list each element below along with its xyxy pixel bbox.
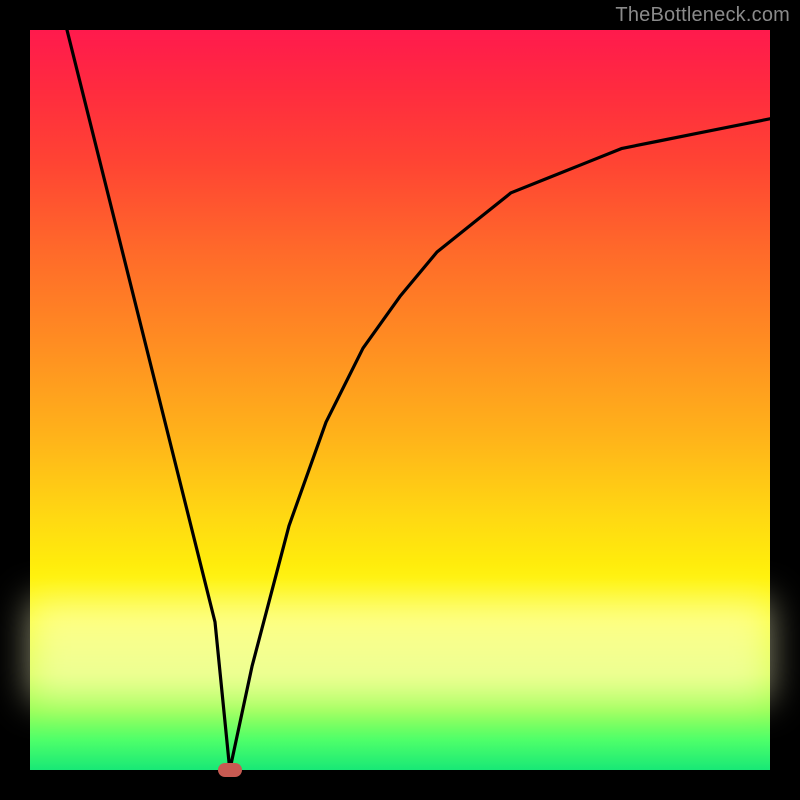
bottleneck-curve	[30, 30, 770, 770]
attribution-text: TheBottleneck.com	[615, 4, 790, 27]
chart-frame: TheBottleneck.com	[0, 0, 800, 800]
plot-area	[30, 30, 770, 770]
highlight-band	[30, 600, 770, 700]
optimal-point-marker	[218, 763, 242, 777]
